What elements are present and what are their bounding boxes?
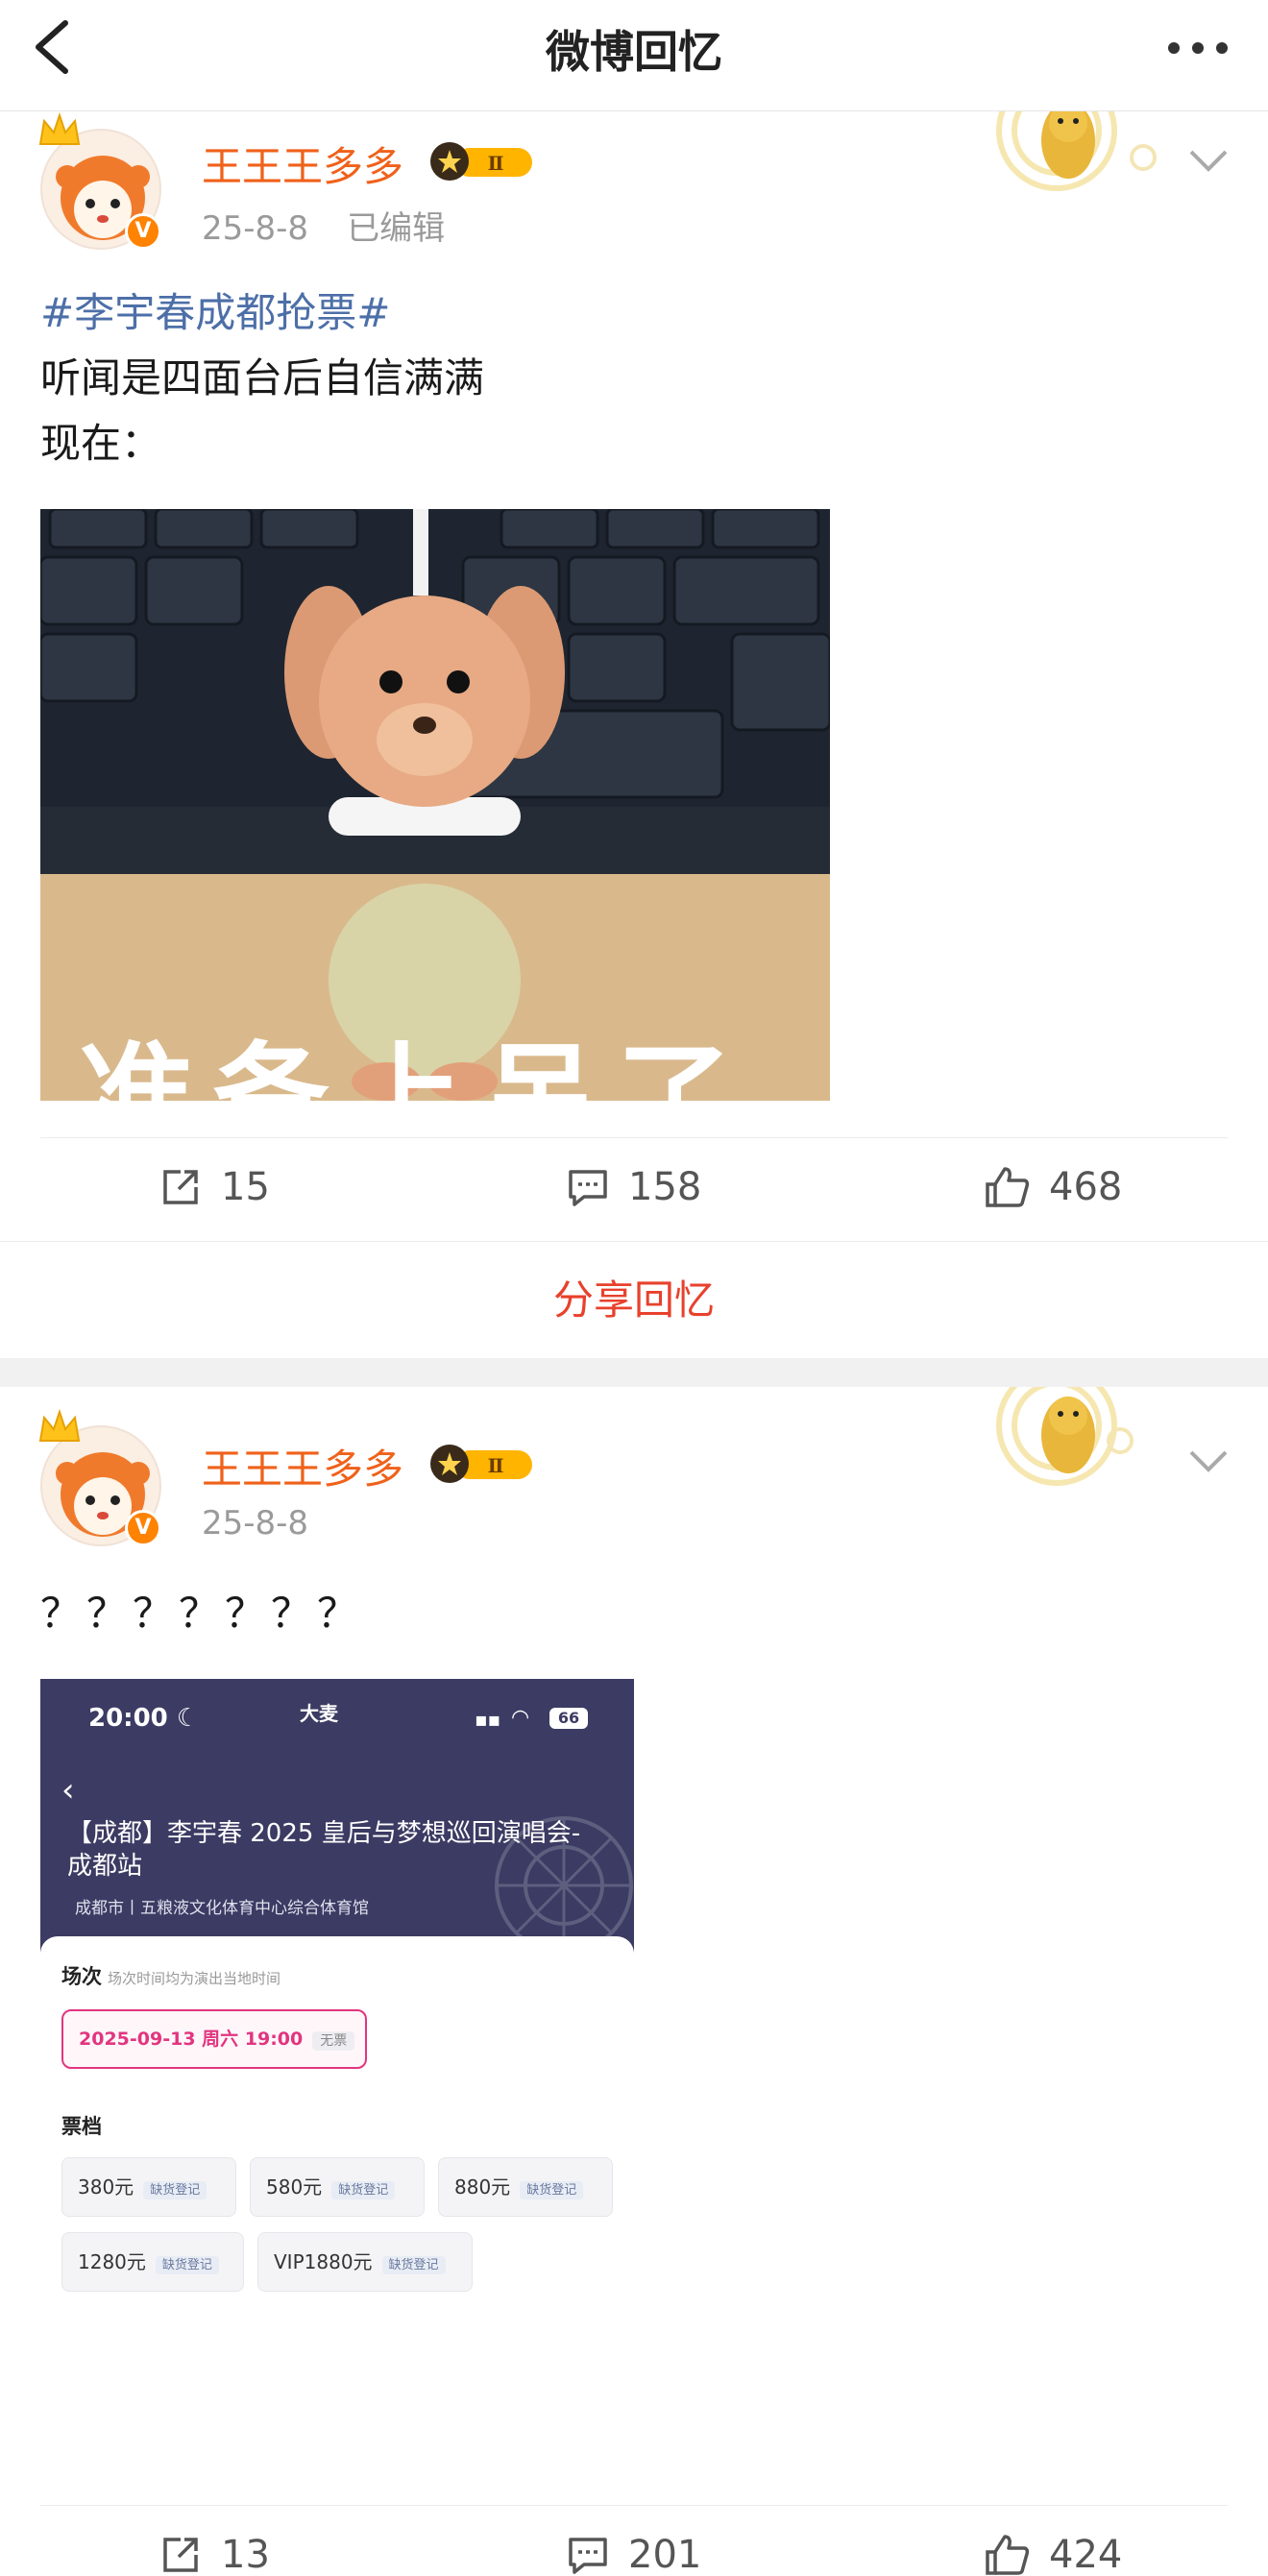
screenshot-header: 20:00 ☾ 大麦 ▪▪ ◠ 66 ‹ 【成都】李宇春 2025 皇后与梦想巡… <box>40 1679 634 1957</box>
more-dots-icon[interactable] <box>1164 29 1231 67</box>
repost-button[interactable]: 13 <box>159 2531 270 2576</box>
action-bar: 13 201 424 <box>40 2505 1228 2576</box>
post-line: 听闻是四面台后自信满满 <box>40 354 485 401</box>
username[interactable]: 王王王多多 <box>202 134 403 193</box>
repost-count: 15 <box>221 1165 270 1209</box>
crown-icon <box>38 111 81 145</box>
svg-text:Ⅱ: Ⅱ <box>488 1454 504 1477</box>
vip-level-icon[interactable]: Ⅱ <box>427 1443 538 1485</box>
chevron-down-icon[interactable] <box>1187 1446 1230 1475</box>
share-memory-button[interactable]: 分享回忆 <box>0 1241 1268 1358</box>
session-date-option: 2025-09-13 周六 19:00 无票 <box>61 2009 367 2069</box>
pikachu-decoration <box>996 1387 1134 1486</box>
crown-icon <box>38 1408 81 1442</box>
comment-icon <box>569 2538 607 2574</box>
avatar[interactable]: V <box>37 111 171 250</box>
session-heading: 场次 场次时间均为演出当地时间 <box>61 1965 281 1988</box>
comment-count: 158 <box>628 1165 702 1209</box>
ticket-tier: 380元 缺货登记 <box>61 2157 236 2217</box>
wifi-icon: ◠ <box>511 1706 530 1730</box>
pikachu-decoration <box>996 111 1157 191</box>
comment-button[interactable]: 201 <box>567 2531 701 2576</box>
ticket-tier: 1280元 缺货登记 <box>61 2232 244 2292</box>
session-note: 场次时间均为演出当地时间 <box>108 1970 281 1987</box>
like-icon <box>986 1167 1030 1207</box>
post-meta: 25-8-8 已编辑 <box>202 202 483 249</box>
post-card: V 王王王多多 Ⅱ 25-8-8 ？？？？？？？ 20:00 ☾ 大麦 ▪▪ ◠… <box>0 1387 1268 2576</box>
verified-icon: V <box>125 213 161 250</box>
nav-bar: 微博回忆 <box>0 0 1268 111</box>
post-date: 25-8-8 <box>202 209 309 248</box>
like-button[interactable]: 424 <box>984 2531 1122 2576</box>
post-card: V 王王王多多 Ⅱ 25-8-8 已编辑 #李宇春成都抢票# 听闻是四面台后自信满… <box>0 111 1268 1356</box>
status-time: 20:00 ☾ <box>88 1704 200 1733</box>
chevron-down-icon[interactable] <box>1187 146 1230 175</box>
repost-count: 13 <box>221 2533 270 2576</box>
battery-icon: 66 <box>549 1708 588 1729</box>
signal-icon: ▪▪ <box>475 1708 501 1731</box>
post-image-screenshot[interactable]: 20:00 ☾ 大麦 ▪▪ ◠ 66 ‹ 【成都】李宇春 2025 皇后与梦想巡… <box>40 1679 634 2495</box>
hashtag-link[interactable]: #李宇春成都抢票# <box>40 280 484 346</box>
post-body: #李宇春成都抢票# 听闻是四面台后自信满满 现在： <box>40 280 484 476</box>
like-count: 424 <box>1049 2533 1123 2576</box>
username[interactable]: 王王王多多 <box>202 1437 403 1495</box>
ticket-tier: 580元 缺货登记 <box>250 2157 425 2217</box>
post-line: 现在： <box>40 420 162 467</box>
page-title: 微博回忆 <box>546 26 722 78</box>
repost-button[interactable]: 15 <box>159 1163 270 1211</box>
post-date: 25-8-8 <box>202 1504 309 1543</box>
action-bar: 15 158 468 <box>40 1137 1228 1239</box>
post-meta: 25-8-8 <box>202 1504 347 1543</box>
repost-icon <box>163 2538 198 2572</box>
image-caption: 准备上吊了 <box>79 1032 751 1101</box>
comment-button[interactable]: 158 <box>567 1163 701 1211</box>
ticket-tier: VIP1880元 缺货登记 <box>257 2232 473 2292</box>
verified-icon: V <box>125 1510 161 1546</box>
concert-venue: 成都市丨五粮液文化体育中心综合体育馆 <box>75 1899 369 1918</box>
tiers-heading: 票档 <box>61 2115 102 2138</box>
repost-icon <box>163 1170 198 1204</box>
post-body: ？？？？？？？ <box>40 1590 364 1637</box>
svg-text:Ⅱ: Ⅱ <box>488 152 504 175</box>
section-divider <box>0 1358 1268 1387</box>
comment-icon <box>569 1170 607 1206</box>
app-name: 大麦 <box>300 1702 338 1725</box>
like-icon <box>986 2535 1030 2575</box>
vip-level-icon[interactable]: Ⅱ <box>427 140 538 182</box>
post-image[interactable]: 准备上吊了 <box>40 509 830 1101</box>
ticket-card: 场次 场次时间均为演出当地时间 2025-09-13 周六 19:00 无票 票档 … <box>40 1936 634 2495</box>
screenshot-back-icon: ‹ <box>61 1771 75 1810</box>
avatar[interactable]: V <box>37 1408 171 1546</box>
like-button[interactable]: 468 <box>984 1163 1122 1211</box>
no-ticket-tag: 无票 <box>312 2031 355 2051</box>
edited-label: 已编辑 <box>347 209 446 248</box>
comment-count: 201 <box>628 2533 702 2576</box>
ticket-tier: 880元 缺货登记 <box>438 2157 613 2217</box>
like-count: 468 <box>1049 1165 1123 1209</box>
